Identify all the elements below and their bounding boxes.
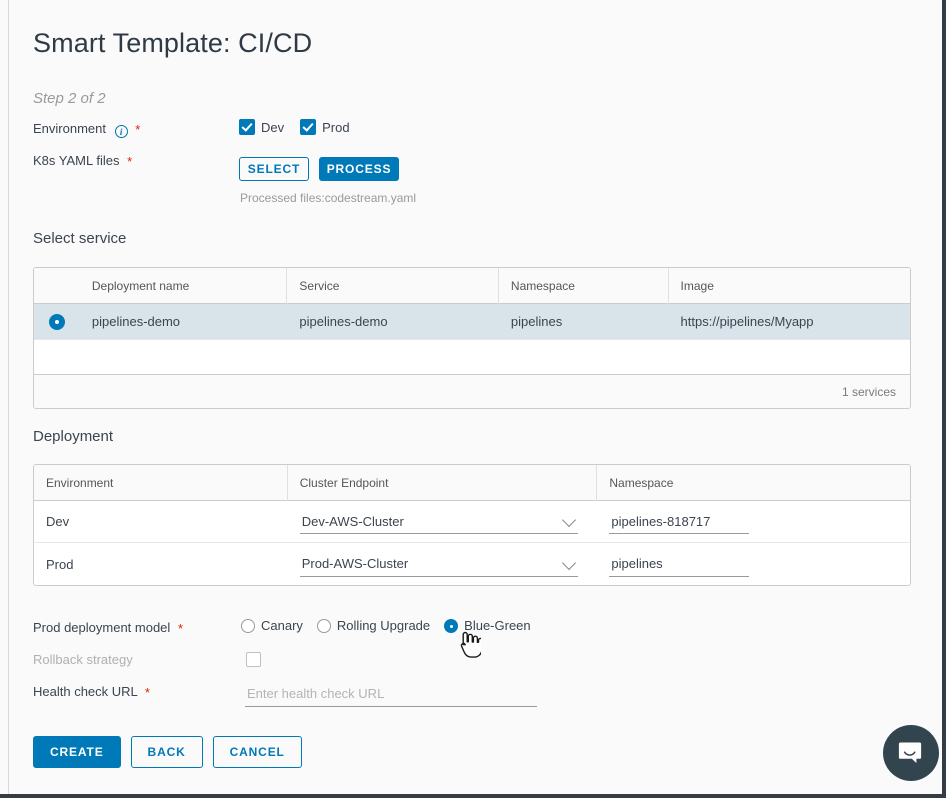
processed-files-note: Processed files:codestream.yaml bbox=[240, 191, 417, 205]
select-service-heading: Select service bbox=[33, 230, 127, 247]
row-namespace: pipelines bbox=[510, 314, 563, 329]
radio-rolling-upgrade[interactable]: Rolling Upgrade bbox=[316, 618, 431, 633]
select-files-button[interactable]: SELECT bbox=[239, 157, 309, 181]
services-col-image: Image bbox=[680, 278, 714, 293]
environment-required-mark: * bbox=[135, 122, 141, 137]
deployment-heading: Deployment bbox=[33, 428, 114, 445]
rollback-strategy-label: Rollback strategy bbox=[33, 652, 133, 667]
back-button[interactable]: BACK bbox=[130, 736, 203, 768]
yaml-files-label: K8s YAML files * bbox=[33, 153, 132, 169]
radio-rolling-upgrade-circle[interactable] bbox=[316, 618, 331, 633]
info-icon[interactable]: i bbox=[114, 125, 128, 138]
services-table-footer: 1 services bbox=[34, 375, 910, 408]
namespace-input-dev[interactable] bbox=[609, 509, 750, 534]
deployment-col-namespace: Namespace bbox=[609, 475, 674, 490]
cluster-endpoint-select-prod[interactable]: Prod-AWS-Cluster bbox=[299, 552, 578, 577]
prod-deployment-model-radio-group: Canary Rolling Upgrade Blue-Green bbox=[241, 618, 531, 633]
table-row-empty bbox=[34, 340, 910, 375]
row-deployment-name: pipelines-demo bbox=[91, 314, 181, 329]
services-count: 1 services bbox=[841, 384, 896, 399]
deployment-col-cluster-endpoint: Cluster Endpoint bbox=[288, 465, 598, 501]
health-check-url-input[interactable] bbox=[245, 681, 537, 707]
chat-bubble-icon bbox=[898, 742, 922, 763]
environment-label: Environment i * bbox=[33, 121, 140, 138]
cluster-endpoint-dev-value: Dev-AWS-Cluster bbox=[301, 513, 404, 529]
chat-launcher-button[interactable] bbox=[883, 725, 939, 781]
deployment-prod-endpoint-cell: Prod-AWS-Cluster bbox=[288, 543, 598, 585]
radio-rolling-upgrade-label: Rolling Upgrade bbox=[336, 618, 431, 633]
checkbox-prod-label: Prod bbox=[322, 119, 350, 135]
services-table: Deployment name Service Namespace Image … bbox=[33, 267, 911, 409]
deployment-row-prod: Prod Prod-AWS-Cluster bbox=[34, 543, 910, 585]
rollback-strategy-checkbox[interactable] bbox=[246, 652, 261, 667]
table-row[interactable]: pipelines-demo pipelines-demo pipelines … bbox=[34, 304, 910, 340]
radio-canary-circle[interactable] bbox=[241, 618, 255, 633]
radio-blue-green-label: Blue-Green bbox=[464, 618, 531, 633]
health-check-url-label: Health check URL * bbox=[33, 684, 150, 700]
checkbox-dev[interactable]: Dev bbox=[239, 119, 284, 135]
deployment-dev-namespace-cell bbox=[597, 501, 910, 542]
checkbox-dev-box[interactable] bbox=[239, 119, 255, 135]
row-service: pipelines-demo bbox=[299, 314, 388, 329]
yaml-files-required-mark: * bbox=[127, 154, 133, 169]
environment-label-text: Environment bbox=[33, 121, 106, 136]
deployment-dev-environment: Dev bbox=[46, 514, 70, 529]
services-col-namespace: Namespace bbox=[499, 268, 669, 304]
health-check-url-required-mark: * bbox=[144, 685, 150, 700]
radio-canary[interactable]: Canary bbox=[241, 618, 303, 633]
deployment-dev-endpoint-cell: Dev-AWS-Cluster bbox=[288, 501, 598, 542]
checkbox-dev-label: Dev bbox=[261, 119, 285, 135]
checkbox-prod-box[interactable] bbox=[300, 119, 317, 135]
services-table-header: Deployment name Service Namespace Image bbox=[34, 268, 910, 304]
radio-blue-green[interactable]: Blue-Green bbox=[444, 618, 531, 633]
deployment-row-dev: Dev Dev-AWS-Cluster bbox=[34, 501, 910, 543]
prod-deployment-model-label-text: Prod deployment model bbox=[33, 620, 171, 635]
deployment-col-environment: Environment bbox=[34, 465, 288, 501]
deployment-prod-environment: Prod bbox=[46, 556, 74, 572]
radio-canary-label: Canary bbox=[261, 618, 303, 633]
health-check-url-label-text: Health check URL bbox=[33, 684, 138, 699]
cancel-button[interactable]: CANCEL bbox=[212, 736, 302, 768]
page-surface: Smart Template: CI/CD Step 2 of 2 Enviro… bbox=[8, 0, 942, 794]
page-title: Smart Template: CI/CD bbox=[33, 28, 313, 58]
prod-deployment-model-required-mark: * bbox=[177, 621, 183, 636]
deployment-table: Environment Cluster Endpoint Namespace D… bbox=[33, 464, 911, 586]
row-radio-selected[interactable] bbox=[48, 313, 65, 330]
mouse-cursor-pointer bbox=[460, 631, 481, 658]
yaml-files-label-text: K8s YAML files bbox=[33, 153, 120, 168]
row-image: https://pipelines/Myapp bbox=[680, 314, 814, 329]
deployment-table-header: Environment Cluster Endpoint Namespace bbox=[34, 465, 910, 501]
services-col-select bbox=[34, 268, 80, 304]
browser-window: Smart Template: CI/CD Step 2 of 2 Enviro… bbox=[0, 0, 946, 798]
environment-checkbox-group: Dev Prod bbox=[239, 119, 350, 135]
row-radio-cell[interactable] bbox=[34, 304, 80, 339]
chevron-down-icon bbox=[561, 512, 576, 528]
namespace-input-prod[interactable] bbox=[609, 551, 750, 577]
services-col-deployment-name: Deployment name bbox=[80, 268, 288, 304]
deployment-prod-namespace-cell bbox=[597, 543, 910, 585]
create-button[interactable]: CREATE bbox=[33, 736, 121, 768]
form-actions: CREATE BACK CANCEL bbox=[33, 736, 302, 768]
cluster-endpoint-select-dev[interactable]: Dev-AWS-Cluster bbox=[299, 509, 578, 534]
prod-deployment-model-label: Prod deployment model * bbox=[33, 620, 183, 636]
checkbox-prod[interactable]: Prod bbox=[300, 119, 350, 135]
chevron-down-icon bbox=[561, 555, 576, 570]
services-col-service: Service bbox=[287, 268, 499, 304]
cluster-endpoint-prod-value: Prod-AWS-Cluster bbox=[301, 556, 409, 571]
radio-blue-green-circle[interactable] bbox=[444, 618, 459, 633]
step-indicator: Step 2 of 2 bbox=[33, 90, 106, 107]
process-files-button[interactable]: PROCESS bbox=[319, 157, 399, 181]
